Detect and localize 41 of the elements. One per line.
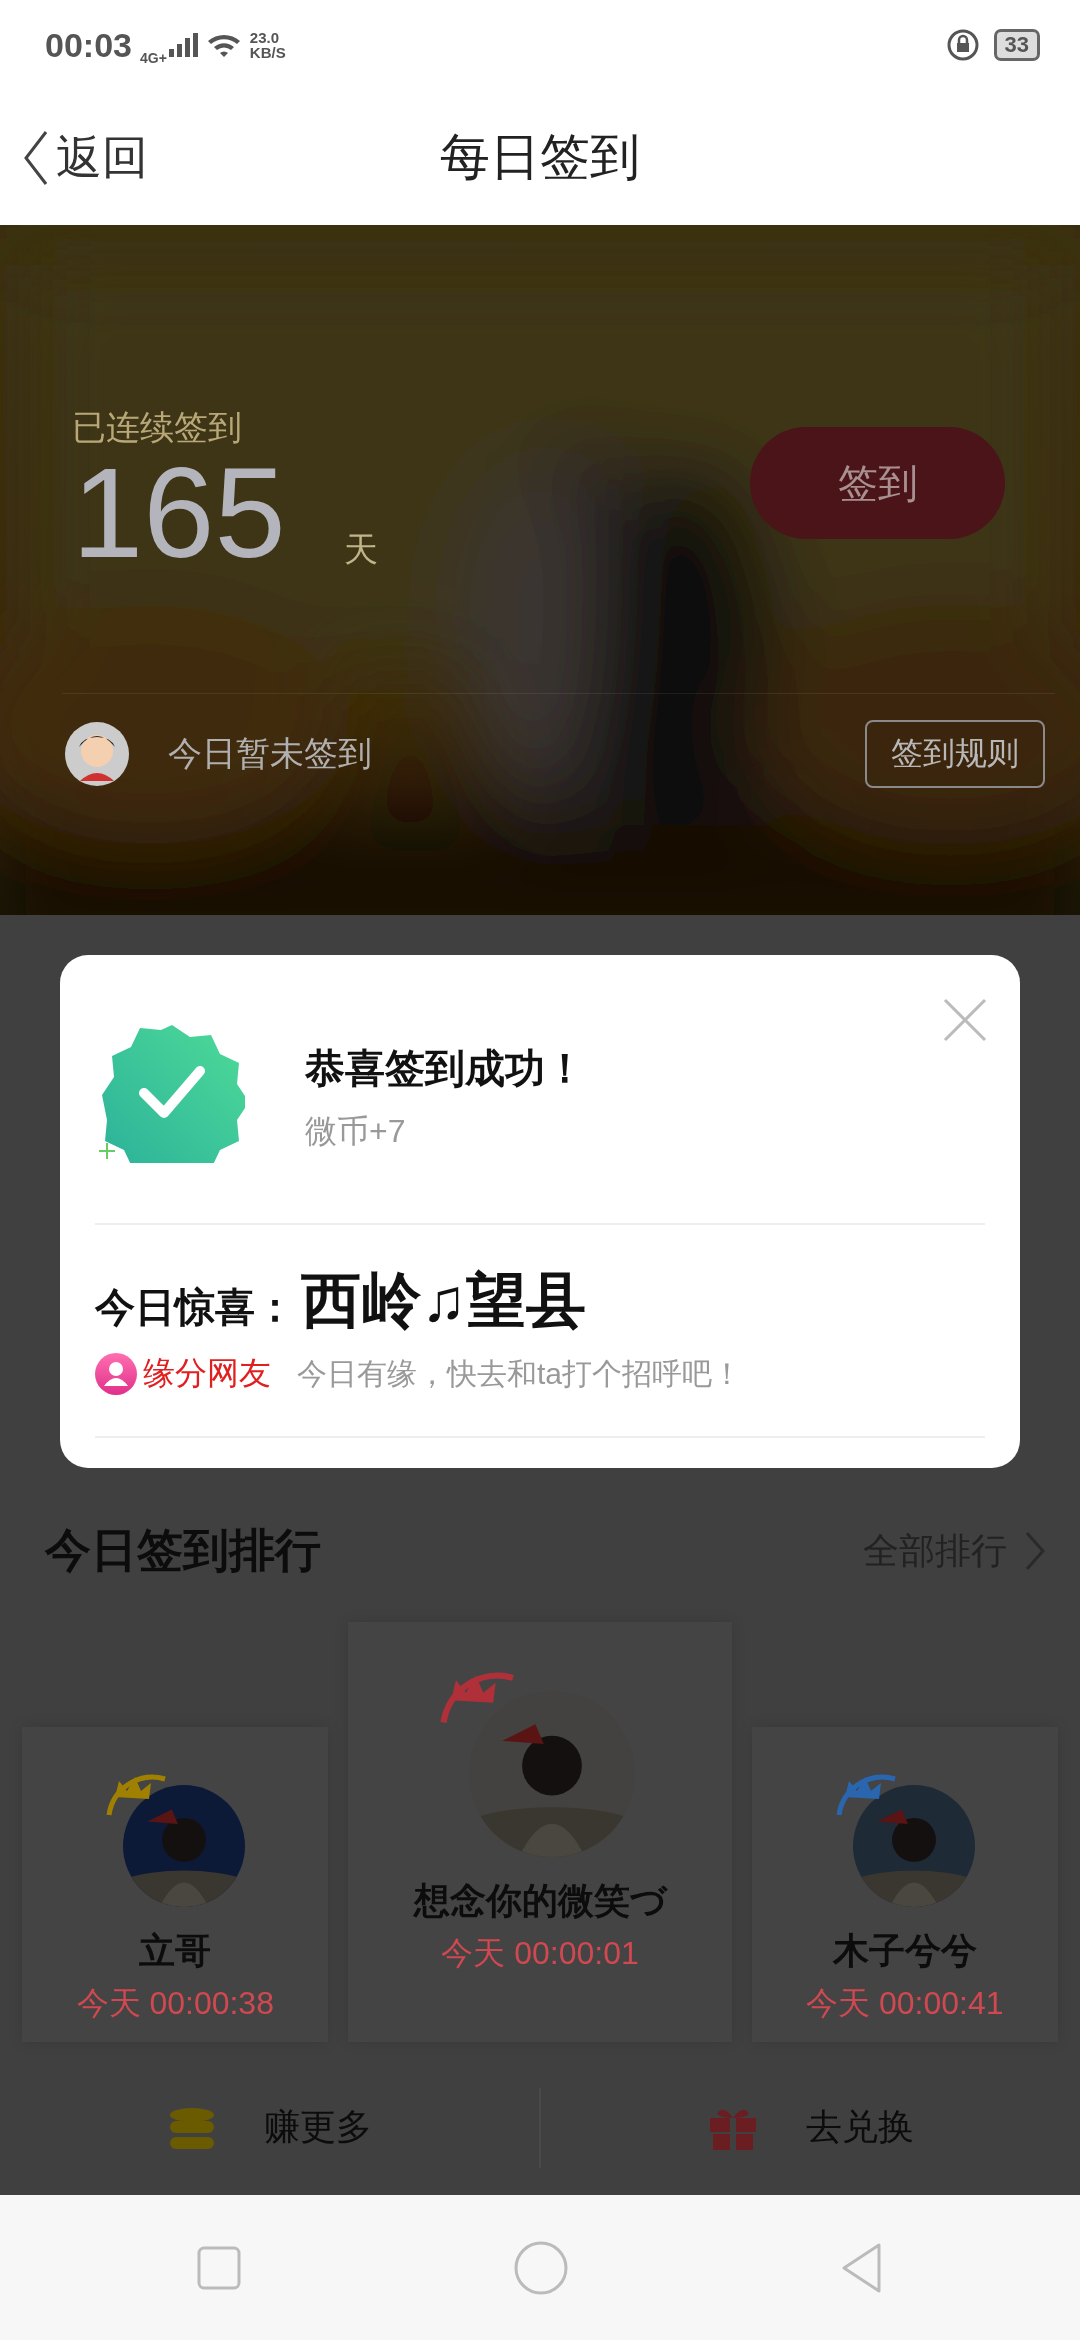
close-icon	[942, 997, 988, 1043]
streak-label: 已连续签到	[72, 407, 243, 448]
speed-unit: KB/S	[249, 45, 286, 60]
network-type: 4G+	[139, 50, 167, 66]
surprise-name: 西岭♫望县	[301, 1266, 586, 1336]
rotation-lock-icon	[945, 28, 980, 62]
sparkle-icon	[99, 1143, 115, 1159]
days-unit: 天	[343, 529, 378, 570]
back-icon[interactable]	[841, 2242, 884, 2293]
surprise-label: 今日惊喜：	[95, 1284, 295, 1331]
rules-button[interactable]: 签到规则	[865, 720, 1045, 788]
greeting-message: 今日有缘，快去和ta打个招呼吧！	[297, 1355, 743, 1392]
sign-in-time: 今天 00:00:41	[806, 1984, 1004, 2023]
sign-in-time: 今天 00:00:01	[441, 1934, 639, 1973]
ranking-card[interactable]: 木子兮兮 今天 00:00:41	[751, 1727, 1058, 2042]
sign-status: 今日暂未签到	[168, 733, 372, 774]
sign-in-time: 今天 00:00:38	[76, 1984, 274, 2023]
page-title: 每日签到	[440, 129, 640, 185]
ranking-card[interactable]: 想念你的微笑づ 今天 00:00:01	[348, 1622, 732, 2042]
back-button[interactable]: 返回	[22, 126, 148, 189]
ranking-card[interactable]: 立哥 今天 00:00:38	[22, 1727, 329, 2042]
user-avatar	[64, 721, 130, 787]
recents-icon[interactable]	[196, 2245, 241, 2290]
streak-days: 165	[72, 453, 286, 573]
success-title: 恭喜签到成功！	[305, 1045, 585, 1092]
sign-in-button[interactable]: 签到	[750, 427, 1005, 539]
tag-label: 缘分网友	[143, 1354, 271, 1393]
user-name: 木子兮兮	[832, 1929, 977, 1973]
check-badge-icon	[100, 1023, 245, 1163]
person-icon	[95, 1353, 137, 1395]
speed-value: 23.0	[249, 30, 281, 45]
clock-time: 00:03	[45, 25, 132, 65]
home-icon[interactable]	[514, 2240, 568, 2295]
battery-level: 33	[993, 29, 1040, 61]
user-name: 想念你的微笑づ	[413, 1879, 667, 1923]
close-button[interactable]	[942, 997, 988, 1043]
coin-stack-icon	[167, 2106, 216, 2149]
signal-icon	[168, 33, 198, 57]
user-name: 立哥	[139, 1929, 212, 1973]
back-chevron-icon	[22, 129, 50, 186]
reward-text: 微币+7	[305, 1112, 407, 1151]
